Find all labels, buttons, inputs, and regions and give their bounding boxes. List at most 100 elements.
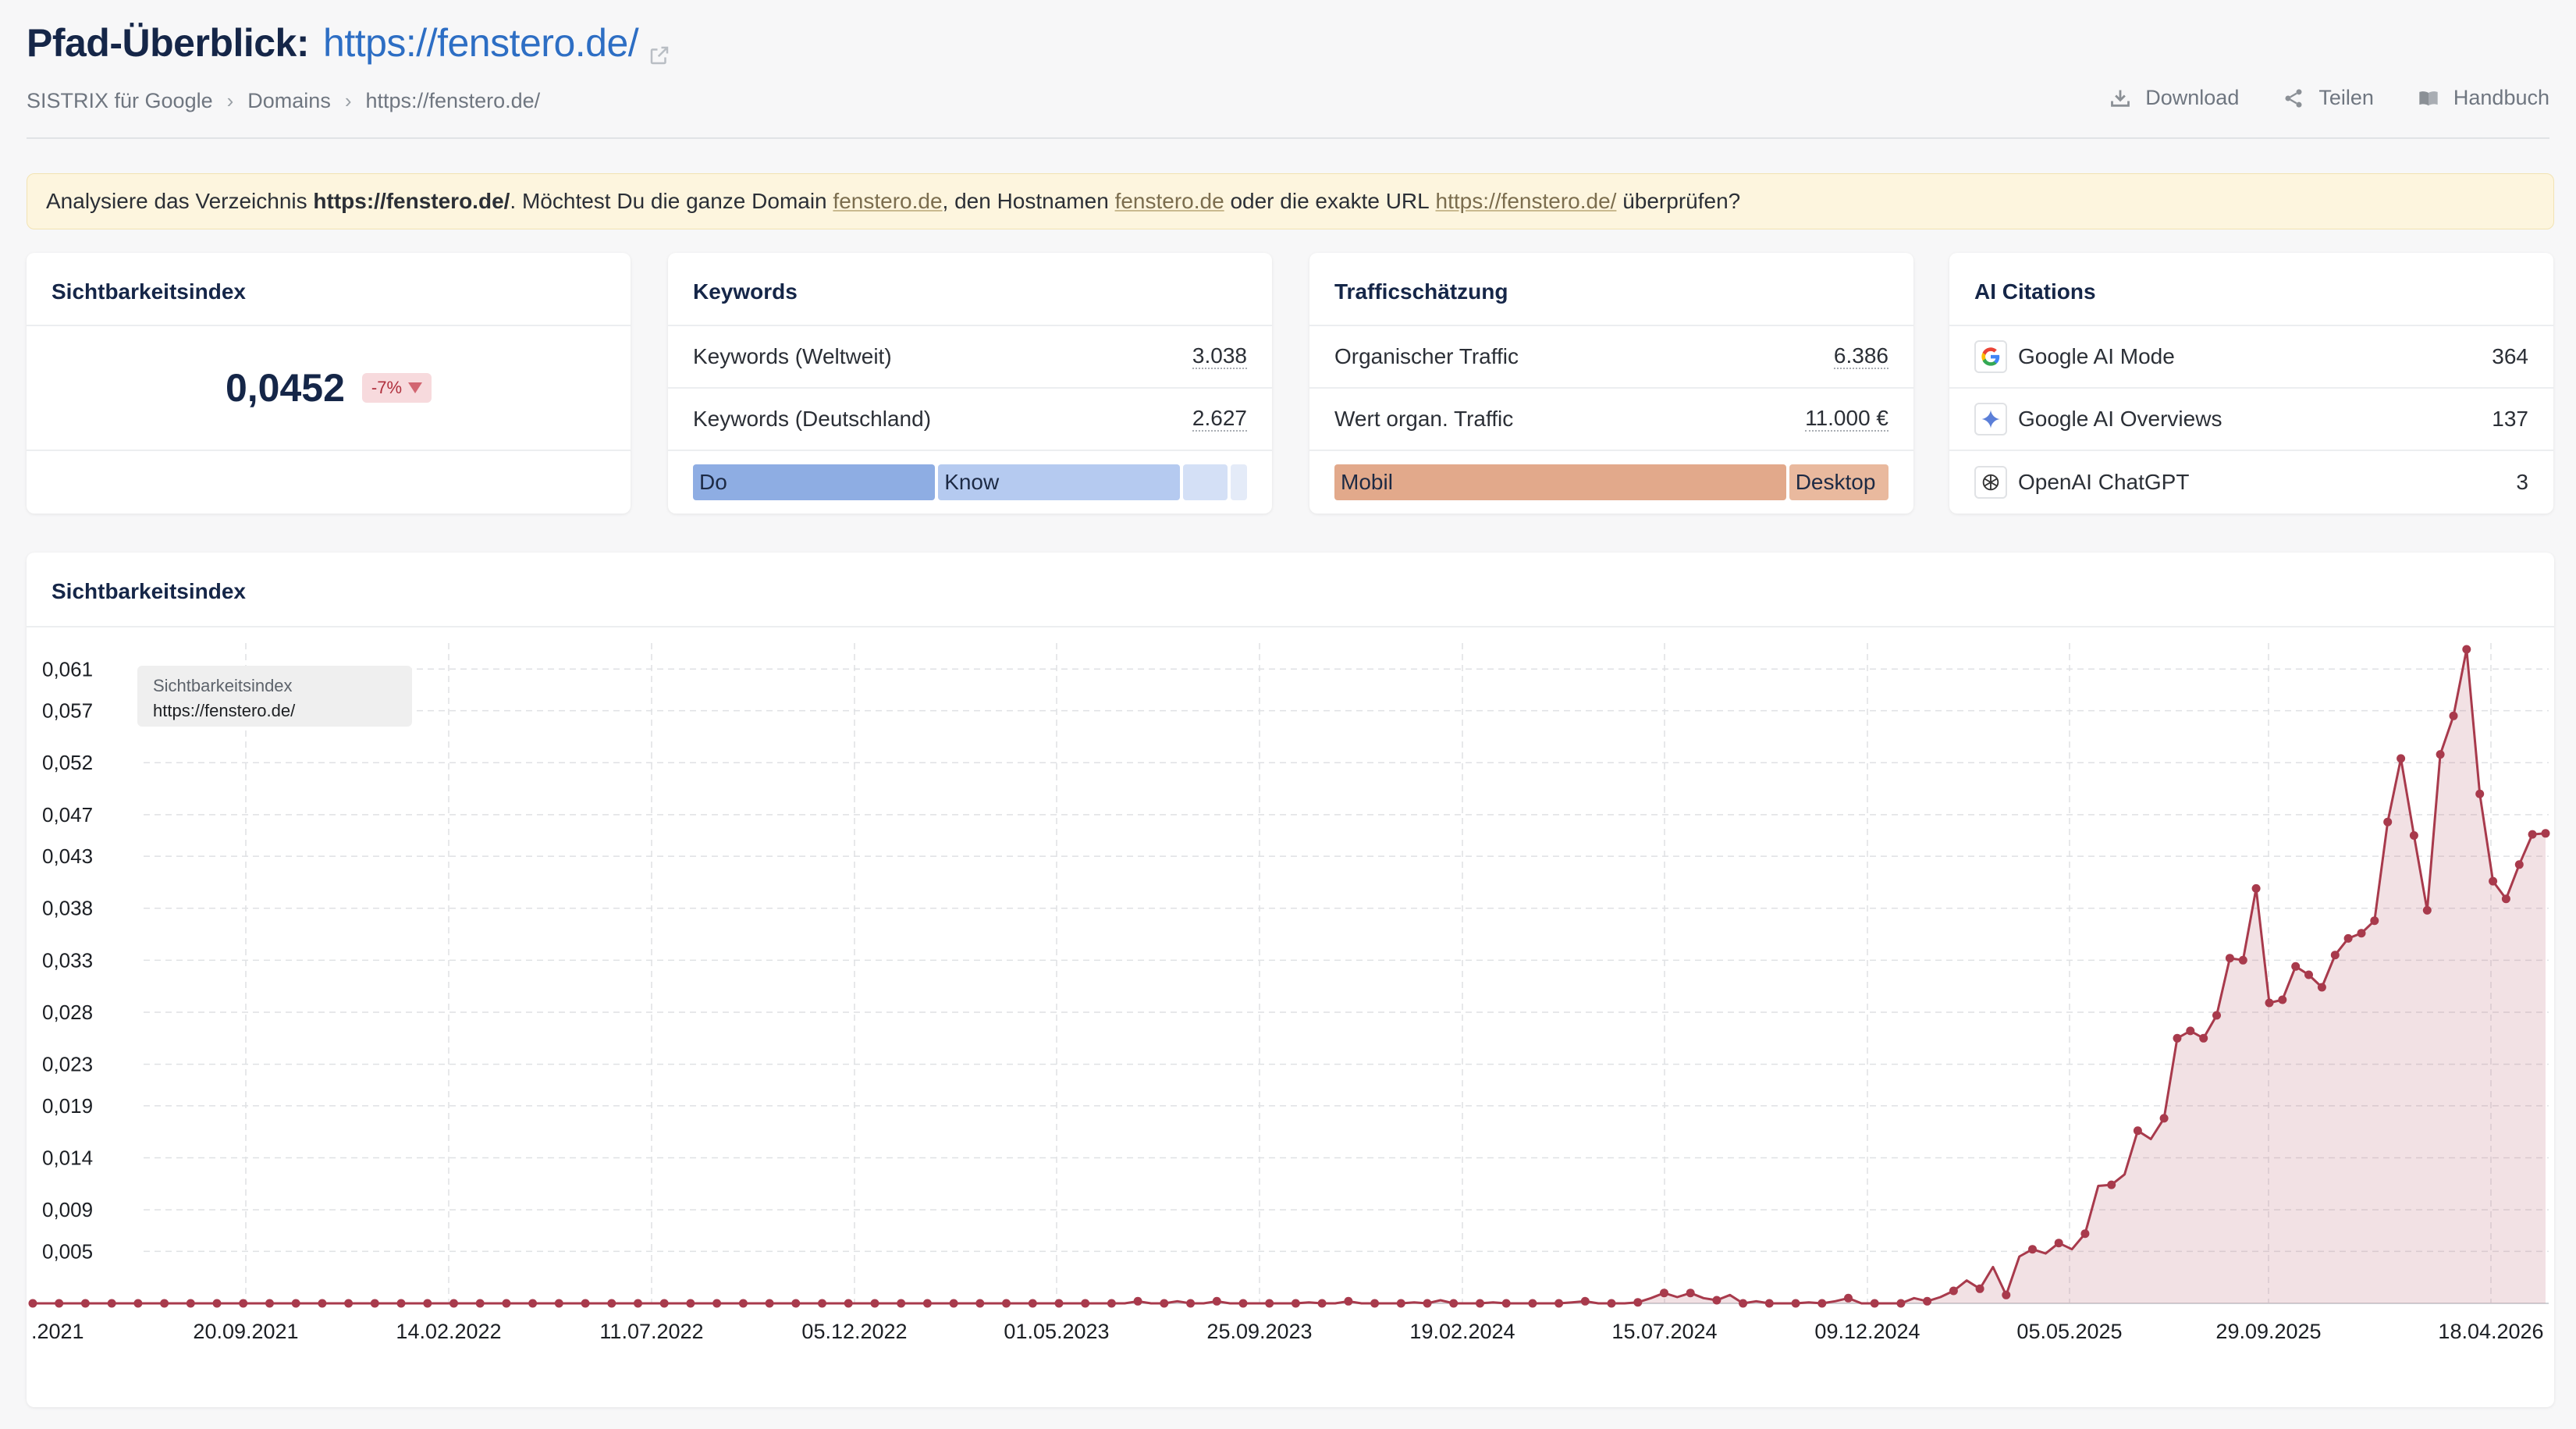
device-segment[interactable]: Desktop bbox=[1789, 464, 1888, 500]
intent-segment[interactable] bbox=[1231, 464, 1247, 500]
x-tick-label: 15.07.2024 bbox=[1611, 1320, 1717, 1343]
traffic-value-label: Wert organ. Traffic bbox=[1334, 407, 1514, 431]
external-link-icon[interactable] bbox=[648, 31, 671, 65]
manual-button[interactable]: Handbuch bbox=[2418, 86, 2549, 110]
visibility-area-fill bbox=[33, 649, 2546, 1303]
data-point bbox=[2436, 750, 2445, 759]
ai-row-openai-chatgpt[interactable]: OpenAI ChatGPT 3 bbox=[1949, 451, 2553, 514]
ai-row-google-ai-overviews[interactable]: Google AI Overviews 137 bbox=[1949, 389, 2553, 451]
keywords-worldwide-label: Keywords (Weltweit) bbox=[693, 344, 892, 368]
keywords-row-worldwide: Keywords (Weltweit) 3.038 bbox=[668, 326, 1272, 389]
notice-directory: https://fenstero.de/ bbox=[313, 189, 510, 213]
data-point bbox=[1396, 1299, 1405, 1308]
header-actions: Download Teilen Handbuch bbox=[2109, 86, 2549, 110]
directory-notice: Analysiere das Verzeichnis https://fenst… bbox=[27, 173, 2554, 229]
data-point bbox=[1107, 1299, 1116, 1308]
sparkle-icon bbox=[1974, 403, 2007, 435]
data-point bbox=[2291, 962, 2301, 971]
page-title: Pfad-Überblick: https://fenstero.de/ bbox=[27, 20, 2549, 66]
keywords-germany-value[interactable]: 2.627 bbox=[1192, 406, 1247, 432]
data-point bbox=[1633, 1298, 1643, 1307]
y-tick-label: 0,052 bbox=[42, 751, 93, 774]
data-point bbox=[2541, 829, 2550, 838]
data-point bbox=[2225, 954, 2234, 963]
data-point bbox=[1923, 1296, 1932, 1306]
header-divider bbox=[27, 137, 2549, 139]
data-point bbox=[712, 1299, 722, 1308]
y-tick-label: 0,033 bbox=[42, 948, 93, 972]
data-point bbox=[423, 1299, 432, 1308]
data-point bbox=[291, 1299, 300, 1308]
device-share-bar: Mobil Desktop bbox=[1309, 451, 1913, 514]
data-point bbox=[2514, 860, 2524, 869]
notice-exact-url-link[interactable]: https://fenstero.de/ bbox=[1436, 189, 1617, 214]
y-tick-label: 0,023 bbox=[42, 1053, 93, 1076]
data-point bbox=[1133, 1296, 1142, 1306]
data-point bbox=[186, 1299, 195, 1308]
organic-traffic-label: Organischer Traffic bbox=[1334, 344, 1519, 368]
data-point bbox=[80, 1299, 90, 1308]
data-point bbox=[528, 1299, 538, 1308]
data-point bbox=[607, 1299, 616, 1308]
intent-segment[interactable] bbox=[1183, 464, 1228, 500]
data-point bbox=[2462, 645, 2471, 654]
data-point bbox=[738, 1299, 748, 1308]
data-point bbox=[449, 1299, 458, 1308]
y-tick-label: 0,019 bbox=[42, 1094, 93, 1118]
ai-row-google-ai-mode[interactable]: Google AI Mode 364 bbox=[1949, 326, 2553, 389]
data-point bbox=[1423, 1299, 1432, 1308]
data-point bbox=[1607, 1299, 1616, 1308]
download-button[interactable]: Download bbox=[2109, 86, 2239, 110]
x-tick-label: 09.12.2024 bbox=[1814, 1320, 1920, 1343]
google-ai-mode-value: 364 bbox=[2492, 343, 2528, 368]
data-point bbox=[396, 1299, 406, 1308]
data-point bbox=[475, 1299, 485, 1308]
y-tick-label: 0,028 bbox=[42, 1001, 93, 1024]
visibility-chart-card: Sichtbarkeitsindex 0,061 0,057 0,052 0,047 0… bbox=[27, 553, 2554, 1407]
traffic-card-title: Trafficschätzung bbox=[1309, 253, 1913, 326]
data-point bbox=[2383, 817, 2393, 826]
breadcrumb-item-current: https://fenstero.de/ bbox=[365, 89, 541, 112]
data-point bbox=[2528, 830, 2537, 839]
keywords-worldwide-value[interactable]: 3.038 bbox=[1192, 343, 1247, 370]
data-point bbox=[1238, 1299, 1248, 1308]
traffic-value-value[interactable]: 11.000 € bbox=[1805, 406, 1888, 432]
intent-segment-label: Do bbox=[699, 470, 727, 494]
data-point bbox=[1054, 1299, 1064, 1308]
keywords-card-title: Keywords bbox=[668, 253, 1272, 326]
visibility-chart[interactable]: 0,061 0,057 0,052 0,047 0,043 0,038 0,033 0,028… bbox=[27, 627, 2554, 1407]
share-button[interactable]: Teilen bbox=[2283, 86, 2374, 110]
intent-segment[interactable]: Do bbox=[693, 464, 936, 500]
visibility-change-badge: -7% bbox=[361, 373, 432, 403]
data-point bbox=[870, 1299, 879, 1308]
x-tick-label: 05.12.2022 bbox=[801, 1320, 907, 1343]
visibility-value-area: 0,0452 -7% bbox=[27, 326, 631, 451]
data-point bbox=[2238, 955, 2247, 965]
x-tick-label: 25.09.2023 bbox=[1206, 1320, 1312, 1343]
data-point bbox=[2304, 970, 2313, 979]
data-point bbox=[2028, 1245, 2037, 1254]
notice-host-link[interactable]: fenstero.de bbox=[1115, 189, 1224, 214]
data-point bbox=[1476, 1299, 1484, 1308]
data-point bbox=[2357, 929, 2366, 938]
openai-icon bbox=[1974, 466, 2007, 499]
device-segment[interactable]: Mobil bbox=[1334, 464, 1786, 500]
data-point bbox=[2475, 789, 2485, 798]
notice-domain-link[interactable]: fenstero.de bbox=[833, 189, 942, 214]
organic-traffic-value[interactable]: 6.386 bbox=[1833, 343, 1888, 370]
data-point bbox=[1580, 1296, 1590, 1306]
page-title-url-link[interactable]: https://fenstero.de/ bbox=[323, 20, 639, 66]
breadcrumb-item-domains[interactable]: Domains bbox=[247, 89, 331, 113]
arrow-down-icon bbox=[408, 382, 423, 393]
data-point bbox=[265, 1299, 274, 1308]
data-point bbox=[1949, 1286, 1958, 1296]
data-point bbox=[55, 1299, 64, 1308]
x-tick-label: 05.05.2025 bbox=[2016, 1320, 2122, 1343]
data-point bbox=[1081, 1299, 1090, 1308]
data-point bbox=[1686, 1289, 1695, 1298]
data-point bbox=[686, 1299, 695, 1308]
data-point bbox=[818, 1299, 826, 1308]
data-point bbox=[2054, 1239, 2063, 1248]
breadcrumb-item-sistrix[interactable]: SISTRIX für Google bbox=[27, 89, 213, 113]
intent-segment[interactable]: Know bbox=[938, 464, 1181, 500]
